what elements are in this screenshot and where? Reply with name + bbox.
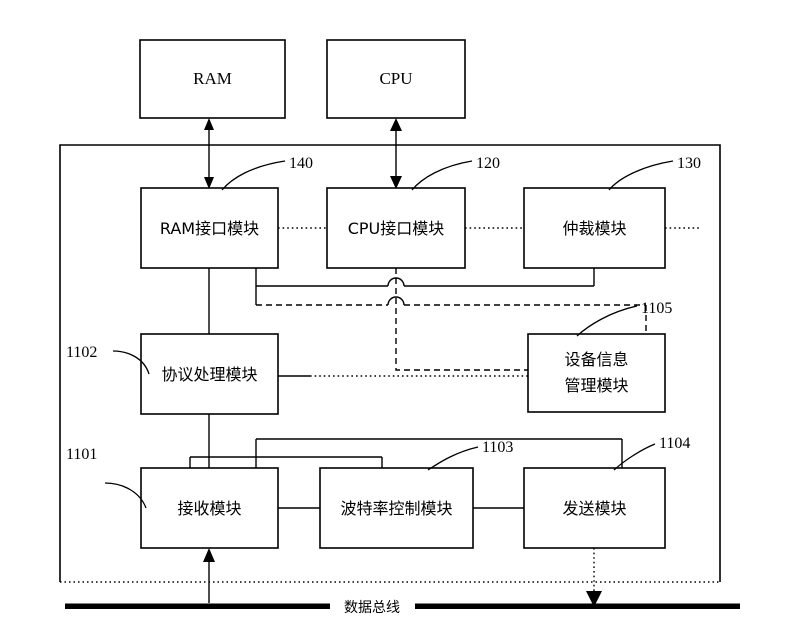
module-protocol-processing: 协议处理模块 <box>140 333 279 415</box>
external-block-ram: RAM <box>139 39 286 119</box>
ram-bidirectional-link <box>204 118 214 189</box>
module-receive-label: 接收模块 <box>177 499 241 518</box>
ram-block-label: RAM <box>193 69 232 88</box>
reference-numeral-140: 140 <box>221 155 313 191</box>
module-transmit: 发送模块 <box>523 467 666 549</box>
module-baud-rate-control: 波特率控制模块 <box>319 467 474 549</box>
wire-transmit-to-bus <box>586 548 602 607</box>
module-transmit-label: 发送模块 <box>562 499 626 518</box>
module-ram-interface: RAM接口模块 <box>140 187 279 269</box>
ref-numeral-1103-text: 1103 <box>482 439 513 456</box>
module-device-info-management: 设备信息 管理模块 <box>527 333 666 413</box>
module-arbitration: 仲裁模块 <box>523 187 666 269</box>
cpu-bidirectional-link <box>390 118 402 189</box>
block-diagram: RAM CPU RAM接口模块 CPU接口模块 仲裁模块 协议处理模块 设备信息… <box>59 39 740 616</box>
wire-bus-row3-short <box>189 456 383 468</box>
data-bus-label: 数据总线 <box>344 600 400 616</box>
ref-numeral-1104-text: 1104 <box>659 435 690 452</box>
reference-numeral-1103: 1103 <box>427 439 513 471</box>
data-bus: 数据总线 <box>65 598 740 616</box>
figure-canvas: RAM CPU RAM接口模块 CPU接口模块 仲裁模块 协议处理模块 设备信息… <box>0 0 800 622</box>
module-receive: 接收模块 <box>140 467 279 549</box>
reference-numeral-1104: 1104 <box>613 435 690 471</box>
ref-numeral-140-text: 140 <box>289 155 313 172</box>
module-cpu-interface: CPU接口模块 <box>326 187 466 269</box>
reference-numeral-120: 120 <box>411 155 500 191</box>
ref-numeral-130-text: 130 <box>677 155 701 172</box>
module-baud-rate-control-label: 波特率控制模块 <box>340 499 452 518</box>
reference-numeral-1101: 1101 <box>66 446 147 509</box>
ref-numeral-120-text: 120 <box>476 155 500 172</box>
ref-numeral-1102-text: 1102 <box>66 344 97 361</box>
ref-numeral-1101-text: 1101 <box>66 446 97 463</box>
module-protocol-processing-label: 协议处理模块 <box>161 365 257 384</box>
reference-numeral-1102: 1102 <box>66 344 150 375</box>
module-cpu-interface-label: CPU接口模块 <box>348 219 445 238</box>
external-block-cpu: CPU <box>326 39 466 119</box>
cpu-block-label: CPU <box>379 69 412 88</box>
wire-cpu-if-to-device-info <box>395 268 528 371</box>
ref-numeral-1105-text: 1105 <box>641 300 672 317</box>
wire-bus-upper <box>255 268 595 287</box>
wire-bus-to-receive <box>203 548 215 603</box>
reference-numeral-130: 130 <box>608 155 701 191</box>
module-device-info-label-line2: 管理模块 <box>564 376 628 395</box>
module-device-info-label-line1: 设备信息 <box>564 350 628 369</box>
module-ram-interface-label: RAM接口模块 <box>160 219 259 238</box>
module-arbitration-label: 仲裁模块 <box>562 219 626 238</box>
